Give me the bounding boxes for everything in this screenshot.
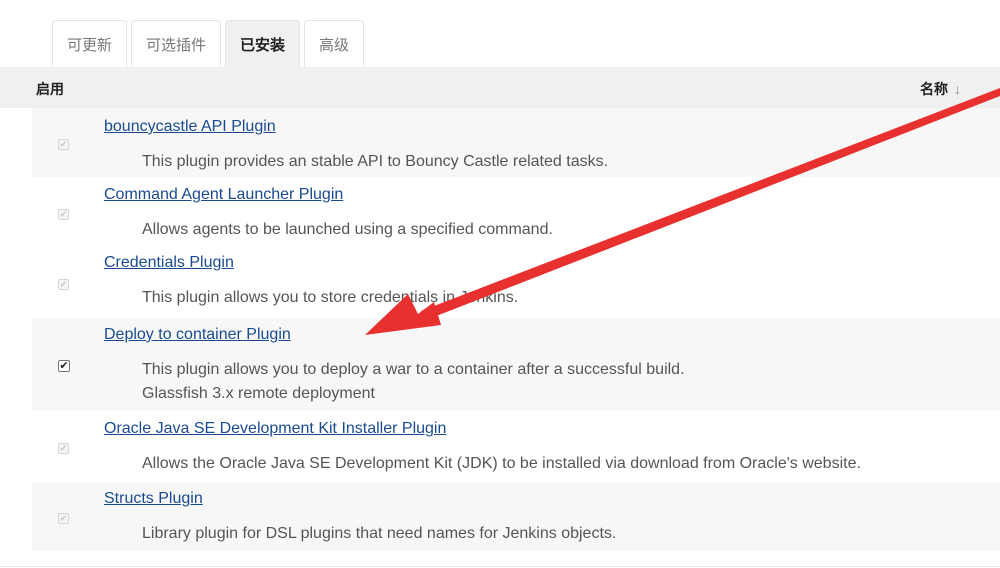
installed-plugins-table: 启用 名称 ↓ ✔ bouncycastle API Plugin This pl… [0, 67, 1000, 552]
sort-down-icon: ↓ [954, 81, 961, 97]
plugin-name-link[interactable]: Credentials Plugin [104, 254, 234, 272]
plugin-description: This plugin allows you to store credenti… [142, 289, 519, 306]
enable-checkbox: ✔ [58, 443, 69, 454]
enable-checkbox: ✔ [58, 513, 69, 524]
table-row: ✔ Command Agent Launcher Plugin Allows a… [32, 178, 1000, 248]
plugin-manager-tabs: 可更新 可选插件 已安装 高级 [52, 20, 365, 68]
tab-advanced[interactable]: 高级 [304, 20, 365, 67]
plugin-description-line2: Glassfish 3.x remote deployment [142, 385, 375, 402]
table-row: ✔ Deploy to container Plugin This plugin… [32, 318, 1000, 412]
plugin-description: This plugin allows you to deploy a war t… [142, 361, 685, 378]
table-row: ✔ Structs Plugin Library plugin for DSL … [32, 482, 1000, 552]
plugin-description: Allows the Oracle Java SE Development Ki… [142, 455, 861, 472]
plugin-name-link[interactable]: Deploy to container Plugin [104, 326, 291, 344]
plugin-name-link[interactable]: bouncycastle API Plugin [104, 118, 276, 136]
table-header: 启用 名称 ↓ [0, 67, 1000, 108]
enable-checkbox[interactable]: ✔ [58, 360, 70, 372]
table-row: ✔ bouncycastle API Plugin This plugin pr… [32, 108, 1000, 178]
table-row: ✔ Oracle Java SE Development Kit Install… [32, 412, 1000, 482]
enable-checkbox: ✔ [58, 279, 69, 290]
tab-installed[interactable]: 已安装 [225, 20, 301, 67]
tab-updates[interactable]: 可更新 [52, 20, 128, 67]
plugin-description: Library plugin for DSL plugins that need… [142, 525, 617, 542]
column-header-name-label: 名称 [920, 81, 948, 97]
enable-checkbox: ✔ [58, 209, 69, 220]
column-header-name[interactable]: 名称 ↓ [920, 79, 961, 99]
bottom-divider [0, 566, 1000, 567]
plugin-name-link[interactable]: Command Agent Launcher Plugin [104, 186, 343, 204]
enable-checkbox: ✔ [58, 139, 69, 150]
plugin-name-link[interactable]: Oracle Java SE Development Kit Installer… [104, 420, 446, 438]
table-row: ✔ Credentials Plugin This plugin allows … [32, 248, 1000, 318]
tab-available[interactable]: 可选插件 [131, 20, 222, 67]
column-header-enabled[interactable]: 启用 [36, 79, 64, 99]
plugin-description: Allows agents to be launched using a spe… [142, 221, 553, 238]
plugin-description: This plugin provides an stable API to Bo… [142, 153, 609, 170]
plugin-name-link[interactable]: Structs Plugin [104, 490, 203, 508]
